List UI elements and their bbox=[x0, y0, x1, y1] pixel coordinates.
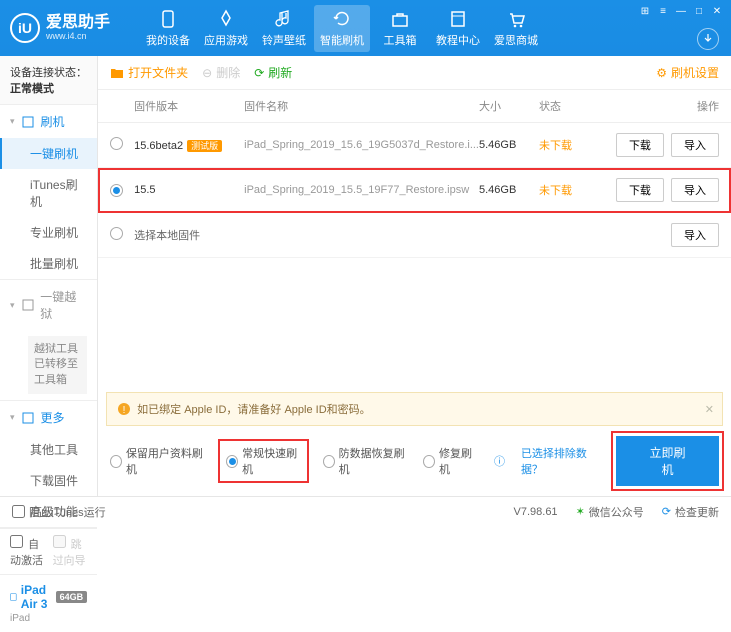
app-name: 爱思助手 bbox=[46, 14, 110, 32]
phone-icon bbox=[158, 9, 178, 29]
window-controls: ⊞≡—□✕ bbox=[637, 4, 725, 18]
device-card[interactable]: iPad Air 3 64GB iPad bbox=[0, 574, 97, 632]
warning-icon: ! bbox=[117, 402, 131, 416]
block-itunes-checkbox[interactable]: 阻止iTunes运行 bbox=[12, 504, 106, 520]
table-header: 固件版本 固件名称 大小 状态 操作 bbox=[98, 90, 731, 123]
apps-icon bbox=[216, 9, 236, 29]
appleid-warning: ! 如已绑定 Apple ID，请准备好 Apple ID和密码。 ✕ bbox=[106, 392, 723, 426]
flash-icon bbox=[21, 115, 35, 129]
more-icon bbox=[21, 411, 35, 425]
app-logo: iU 爱思助手 www.i4.cn bbox=[10, 13, 110, 43]
logo-icon: iU bbox=[10, 13, 40, 43]
open-folder-button[interactable]: 打开文件夹 bbox=[110, 64, 188, 81]
exclude-data-link[interactable]: 已选择排除数据？ bbox=[521, 445, 600, 477]
toolbar: 打开文件夹 ⊖删除 ⟳刷新 ⚙刷机设置 bbox=[98, 56, 731, 90]
jailbreak-moved-note: 越狱工具已转移至工具箱 bbox=[28, 336, 87, 394]
download-indicator-icon[interactable] bbox=[697, 28, 719, 50]
import-button[interactable]: 导入 bbox=[671, 133, 719, 157]
radio-icon[interactable] bbox=[110, 137, 123, 150]
app-url: www.i4.cn bbox=[46, 32, 110, 42]
beta-badge: 测试版 bbox=[187, 140, 222, 152]
refresh-icon: ⟳ bbox=[254, 66, 264, 80]
nav-toolbox[interactable]: 工具箱 bbox=[372, 5, 428, 52]
nav-book[interactable]: 教程中心 bbox=[430, 5, 486, 52]
wechat-icon: ✶ bbox=[576, 505, 585, 518]
refresh-icon bbox=[332, 9, 352, 29]
info-icon[interactable]: ⓘ bbox=[494, 453, 505, 469]
flash-options: 保留用户资料刷机 常规快速刷机 防数据恢复刷机 修复刷机 ⓘ 已选择排除数据？ … bbox=[98, 426, 731, 496]
flash-settings-button[interactable]: ⚙刷机设置 bbox=[656, 64, 719, 81]
nav-phone[interactable]: 我的设备 bbox=[140, 5, 196, 52]
side-item-一键刷机[interactable]: 一键刷机 bbox=[0, 138, 97, 169]
gear-icon: ⚙ bbox=[656, 66, 667, 80]
sidebar: 设备连接状态：正常模式 ▾刷机一键刷机iTunes刷机专业刷机批量刷机▾一键越狱… bbox=[0, 56, 98, 496]
side-group-更多[interactable]: ▾更多 bbox=[0, 401, 97, 434]
nav-music[interactable]: 铃声壁纸 bbox=[256, 5, 312, 52]
refresh-button[interactable]: ⟳刷新 bbox=[254, 64, 292, 81]
cart-icon bbox=[506, 9, 526, 29]
opt-anti-recovery[interactable]: 防数据恢复刷机 bbox=[323, 445, 407, 477]
opt-normal[interactable]: 常规快速刷机 bbox=[220, 441, 306, 481]
import-button[interactable]: 导入 bbox=[671, 178, 719, 202]
close-icon[interactable]: ✕ bbox=[705, 403, 714, 416]
chevron-down-icon: ▾ bbox=[10, 116, 15, 127]
delete-icon: ⊖ bbox=[202, 66, 212, 80]
main-panel: 打开文件夹 ⊖删除 ⟳刷新 ⚙刷机设置 固件版本 固件名称 大小 状态 操作 1… bbox=[98, 56, 731, 496]
titlebar: iU 爱思助手 www.i4.cn 我的设备应用游戏铃声壁纸智能刷机工具箱教程中… bbox=[0, 0, 731, 56]
side-item-专业刷机[interactable]: 专业刷机 bbox=[0, 217, 97, 248]
local-firmware-row[interactable]: 选择本地固件 导入 bbox=[98, 213, 731, 258]
svg-text:!: ! bbox=[123, 405, 126, 416]
flash-now-button[interactable]: 立即刷机 bbox=[616, 436, 719, 486]
opt-repair[interactable]: 修复刷机 bbox=[423, 445, 478, 477]
nav-refresh[interactable]: 智能刷机 bbox=[314, 5, 370, 52]
skin-icon[interactable]: ⊞ bbox=[637, 4, 653, 18]
chevron-down-icon: ▾ bbox=[10, 300, 15, 311]
download-button[interactable]: 下载 bbox=[616, 178, 664, 202]
main-nav: 我的设备应用游戏铃声壁纸智能刷机工具箱教程中心爱思商城 bbox=[140, 5, 544, 52]
minimize-icon[interactable]: — bbox=[673, 4, 689, 18]
skip-guide-checkbox[interactable]: 跳过向导 bbox=[53, 535, 88, 568]
close-icon[interactable]: ✕ bbox=[709, 4, 725, 18]
firmware-row[interactable]: 15.5 iPad_Spring_2019_15.5_19F77_Restore… bbox=[98, 168, 731, 213]
radio-icon[interactable] bbox=[110, 184, 123, 197]
side-item-批量刷机[interactable]: 批量刷机 bbox=[0, 248, 97, 279]
book-icon bbox=[448, 9, 468, 29]
auto-activate-checkbox[interactable]: 自动激活 bbox=[10, 535, 45, 568]
radio-icon[interactable] bbox=[110, 227, 123, 240]
opt-keep-data[interactable]: 保留用户资料刷机 bbox=[110, 445, 204, 477]
delete-button: ⊖删除 bbox=[202, 64, 240, 81]
toolbox-icon bbox=[390, 9, 410, 29]
statusbar: 阻止iTunes运行 V7.98.61 ✶微信公众号 ⟳检查更新 bbox=[0, 496, 731, 526]
version-label: V7.98.61 bbox=[514, 506, 558, 518]
update-icon: ⟳ bbox=[662, 505, 671, 518]
folder-icon bbox=[110, 67, 124, 79]
menu-icon[interactable]: ≡ bbox=[655, 4, 671, 18]
device-status: 设备连接状态：正常模式 bbox=[0, 56, 97, 105]
side-item-下载固件[interactable]: 下载固件 bbox=[0, 465, 97, 496]
side-group-一键越狱[interactable]: ▾一键越狱 bbox=[0, 280, 97, 330]
nav-cart[interactable]: 爱思商城 bbox=[488, 5, 544, 52]
download-button[interactable]: 下载 bbox=[616, 133, 664, 157]
side-group-刷机[interactable]: ▾刷机 bbox=[0, 105, 97, 138]
sidebar-options: 自动激活 跳过向导 bbox=[0, 528, 97, 574]
maximize-icon[interactable]: □ bbox=[691, 4, 707, 18]
device-capacity: 64GB bbox=[56, 591, 88, 603]
side-item-iTunes刷机[interactable]: iTunes刷机 bbox=[0, 169, 97, 217]
check-update-link[interactable]: ⟳检查更新 bbox=[662, 504, 719, 520]
unlock-icon bbox=[21, 298, 35, 312]
firmware-row[interactable]: 15.6beta2测试版 iPad_Spring_2019_15.6_19G50… bbox=[98, 123, 731, 168]
device-icon bbox=[10, 590, 17, 604]
device-type: iPad bbox=[10, 613, 87, 624]
nav-apps[interactable]: 应用游戏 bbox=[198, 5, 254, 52]
wechat-link[interactable]: ✶微信公众号 bbox=[576, 504, 644, 520]
music-icon bbox=[274, 9, 294, 29]
import-button[interactable]: 导入 bbox=[671, 223, 719, 247]
chevron-down-icon: ▾ bbox=[10, 412, 15, 423]
side-item-其他工具[interactable]: 其他工具 bbox=[0, 434, 97, 465]
